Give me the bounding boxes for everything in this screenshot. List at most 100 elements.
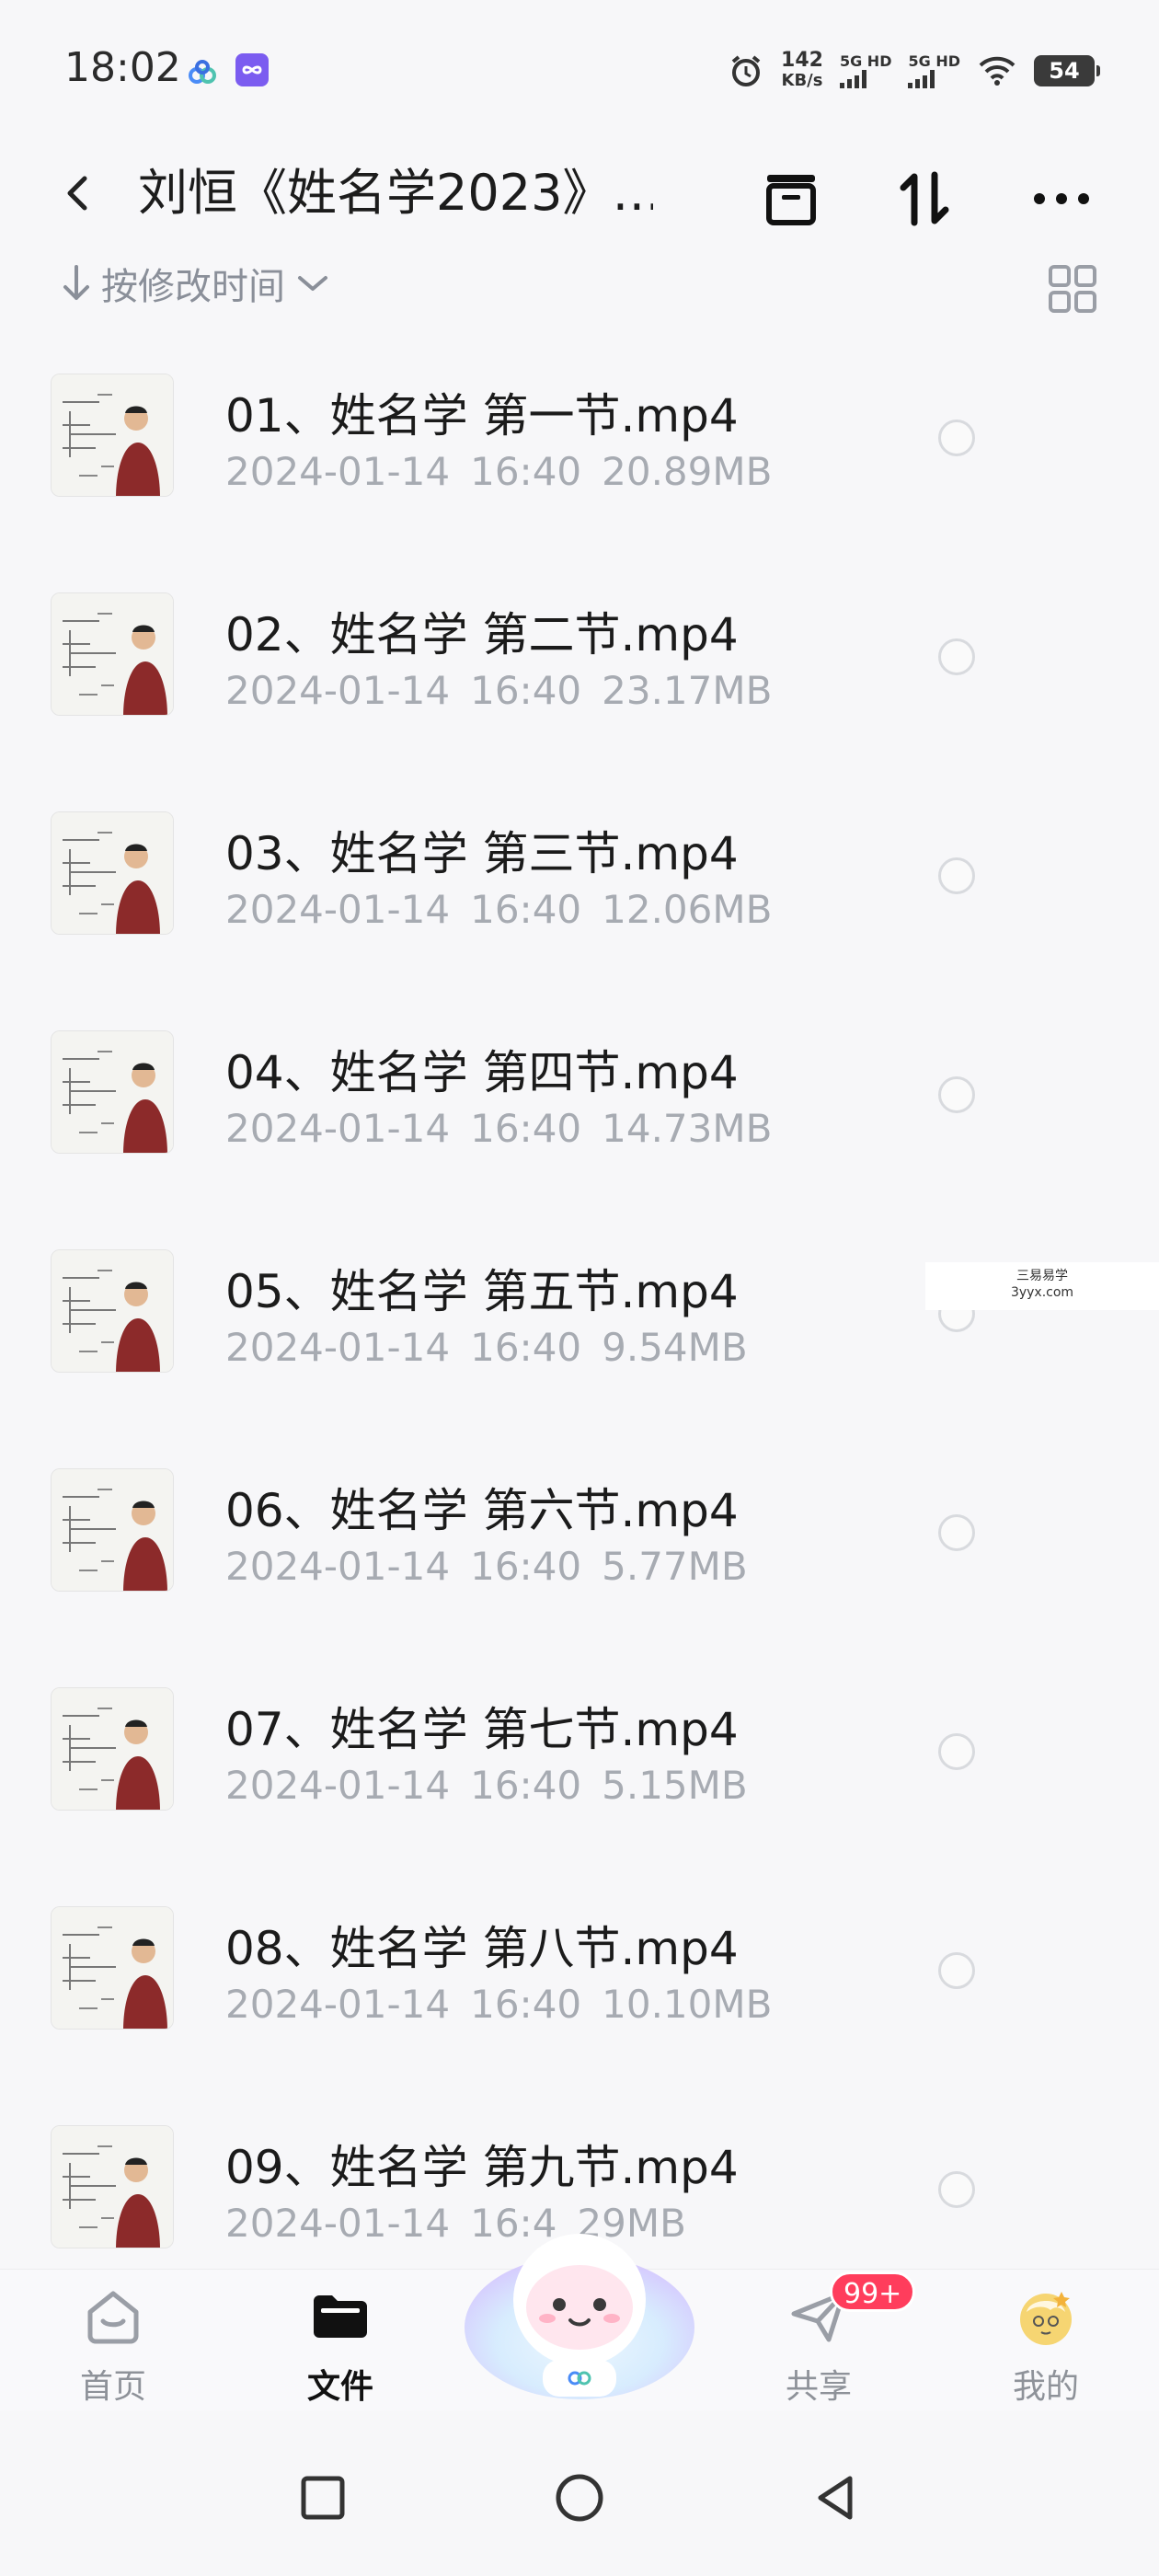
file-row[interactable]: 04、姓名学 第四节.mp4 2024-01-14 16:40 14.73MB — [0, 988, 1159, 1207]
select-radio[interactable] — [938, 638, 975, 675]
nav-files[interactable]: 文件 — [267, 2270, 414, 2411]
file-meta: 2024-01-14 16:40 9.54MB — [225, 1325, 768, 1370]
nav-home[interactable]: 首页 — [40, 2270, 187, 2411]
file-name: 01、姓名学 第一节.mp4 — [225, 389, 739, 443]
status-bar: 18:02 142 KB/s 5G HD 5G HD 54 — [0, 0, 1159, 138]
video-thumbnail — [51, 1249, 174, 1373]
nav-share[interactable]: 99+ 共享 — [745, 2270, 916, 2411]
file-time: 16:40 — [470, 887, 582, 932]
sort-label: 按修改时间 — [101, 266, 285, 308]
file-row[interactable]: 08、姓名学 第八节.mp4 2024-01-14 16:40 10.10MB — [0, 1864, 1159, 2083]
alarm-icon — [731, 55, 761, 86]
file-time: 16:40 — [470, 668, 582, 713]
file-row[interactable]: 06、姓名学 第六节.mp4 2024-01-14 16:40 5.77MB — [0, 1426, 1159, 1645]
file-date: 2024-01-14 — [225, 1982, 451, 2027]
status-right: 142 KB/s 5G HD 5G HD 54 — [728, 48, 1100, 94]
ai-assistant-button[interactable] — [455, 2199, 704, 2410]
select-radio[interactable] — [938, 1076, 975, 1113]
file-date: 2024-01-14 — [225, 668, 451, 713]
video-thumbnail — [51, 374, 174, 497]
select-radio[interactable] — [938, 1952, 975, 1989]
file-time: 16:40 — [470, 1325, 582, 1370]
file-name: 02、姓名学 第二节.mp4 — [225, 608, 739, 661]
file-date: 2024-01-14 — [225, 887, 451, 932]
file-time: 16:40 — [470, 449, 582, 494]
video-thumbnail — [51, 1030, 174, 1154]
file-size: 10.10MB — [602, 1982, 773, 2027]
nav-home-label: 首页 — [79, 2368, 146, 2406]
file-size: 23.17MB — [602, 668, 773, 713]
file-size: 5.15MB — [602, 1763, 748, 1808]
file-name: 03、姓名学 第三节.mp4 — [225, 827, 739, 880]
battery-indicator: 54 — [1034, 55, 1100, 86]
watermark: 三易易学 3yyx.com — [925, 1262, 1159, 1310]
back-icon[interactable] — [57, 171, 101, 215]
nav-me[interactable]: 我的 — [972, 2270, 1119, 2411]
sort-by-modified-button[interactable]: 按修改时间 — [61, 256, 331, 311]
file-date: 2024-01-14 — [225, 1106, 451, 1151]
share-badge: 99+ — [830, 2271, 916, 2312]
select-radio[interactable] — [938, 857, 975, 894]
sort-order-icon[interactable] — [892, 166, 958, 232]
file-meta: 2024-01-14 16:40 20.89MB — [225, 449, 792, 494]
file-date: 2024-01-14 — [225, 1325, 451, 1370]
file-date: 2024-01-14 — [225, 449, 451, 494]
signal-bars-icon — [839, 70, 866, 88]
video-thumbnail — [51, 1468, 174, 1592]
file-size: 20.89MB — [602, 449, 773, 494]
wifi-icon — [979, 56, 1016, 86]
home-button-icon[interactable] — [547, 2466, 612, 2530]
video-thumbnail — [51, 592, 174, 716]
sim2-signal: 5G HD — [908, 53, 960, 88]
recent-apps-icon[interactable] — [291, 2466, 355, 2530]
grid-view-icon[interactable] — [1047, 263, 1098, 315]
sort-bar: 按修改时间 — [0, 256, 1159, 320]
file-name: 07、姓名学 第七节.mp4 — [225, 1703, 739, 1756]
video-thumbnail — [51, 811, 174, 935]
folder-icon — [314, 2295, 367, 2338]
file-row[interactable]: 05、姓名学 第五节.mp4 2024-01-14 16:40 9.54MB — [0, 1207, 1159, 1426]
status-time: 18:02 — [64, 44, 181, 91]
file-time: 16:40 — [470, 1982, 582, 2027]
file-meta: 2024-01-14 16:40 14.73MB — [225, 1106, 792, 1151]
video-thumbnail — [51, 2125, 174, 2248]
sim1-signal: 5G HD — [839, 53, 891, 88]
file-name: 08、姓名学 第八节.mp4 — [225, 1922, 739, 1975]
file-date: 2024-01-14 — [225, 1544, 451, 1589]
file-size: 12.06MB — [602, 887, 773, 932]
nav-files-label: 文件 — [306, 2368, 373, 2406]
file-size: 14.73MB — [602, 1106, 773, 1151]
select-radio[interactable] — [938, 1514, 975, 1551]
arrow-down-icon — [63, 265, 89, 300]
more-icon[interactable] — [1028, 166, 1095, 232]
file-time: 16:40 — [470, 1763, 582, 1808]
system-nav-bar — [0, 2429, 1159, 2576]
app-notification-icon — [235, 53, 269, 86]
file-row[interactable]: 01、姓名学 第一节.mp4 2024-01-14 16:40 20.89MB — [0, 331, 1159, 550]
home-icon — [87, 2291, 139, 2344]
video-thumbnail — [51, 1687, 174, 1811]
file-meta: 2024-01-14 16:40 5.15MB — [225, 1763, 768, 1808]
file-row[interactable]: 02、姓名学 第二节.mp4 2024-01-14 16:40 23.17MB — [0, 550, 1159, 769]
file-meta: 2024-01-14 16:40 5.77MB — [225, 1544, 768, 1589]
file-meta: 2024-01-14 16:40 10.10MB — [225, 1982, 792, 2027]
avatar — [1020, 2292, 1072, 2345]
header: 刘恒《姓名学2023》… — [0, 147, 1159, 239]
chevron-down-icon — [298, 276, 327, 291]
select-radio[interactable] — [938, 2171, 975, 2208]
file-date: 2024-01-14 — [225, 2201, 451, 2246]
video-thumbnail — [51, 1906, 174, 2030]
select-radio[interactable] — [938, 420, 975, 456]
back-button-icon[interactable] — [804, 2466, 868, 2530]
archive-icon[interactable] — [758, 166, 824, 232]
file-name: 04、姓名学 第四节.mp4 — [225, 1046, 739, 1099]
file-meta: 2024-01-14 16:40 12.06MB — [225, 887, 792, 932]
file-size: 9.54MB — [602, 1325, 748, 1370]
file-row[interactable]: 07、姓名学 第七节.mp4 2024-01-14 16:40 5.15MB — [0, 1645, 1159, 1864]
file-row[interactable]: 03、姓名学 第三节.mp4 2024-01-14 16:40 12.06MB — [0, 769, 1159, 988]
page-title: 刘恒《姓名学2023》… — [138, 164, 653, 222]
cloud-app-icon — [189, 60, 216, 84]
select-radio[interactable] — [938, 1733, 975, 1770]
nav-share-label: 共享 — [785, 2368, 852, 2406]
file-meta: 2024-01-14 16:40 23.17MB — [225, 668, 792, 713]
